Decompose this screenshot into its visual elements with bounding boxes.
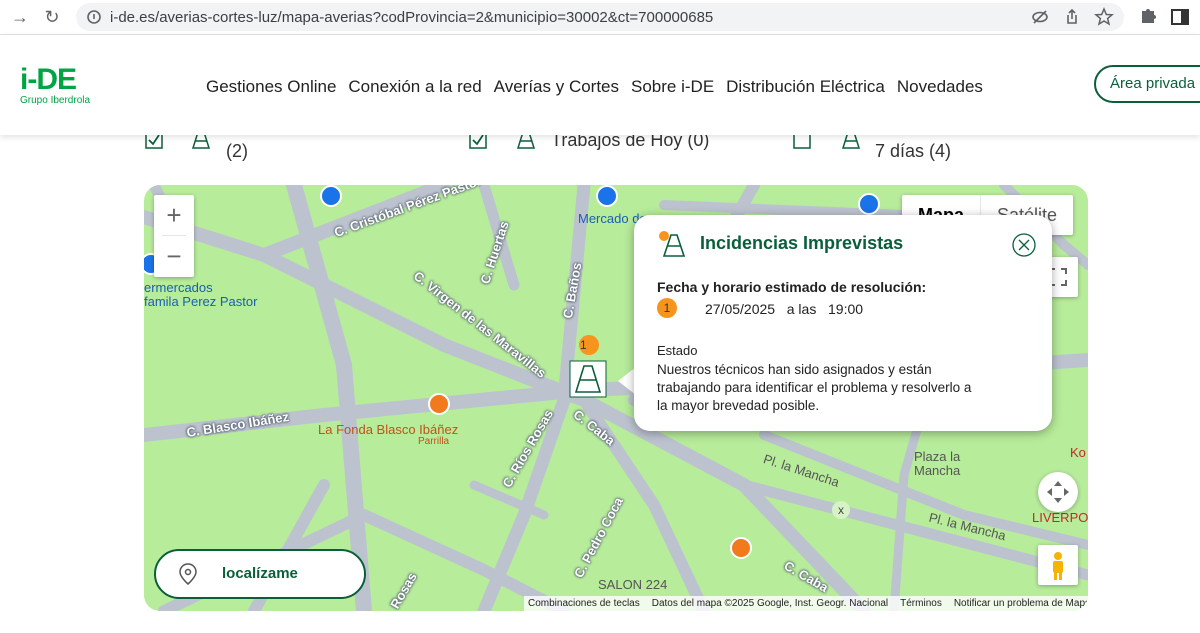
localizame-button[interactable]: localízame xyxy=(154,549,366,599)
nav-conexion-red[interactable]: Conexión a la red xyxy=(348,77,481,97)
nav-distribucion-electrica[interactable]: Distribución Eléctrica xyxy=(726,77,885,97)
close-icon[interactable] xyxy=(1012,233,1036,257)
site-header: i-DE Grupo Iberdrola Gestiones Online Co… xyxy=(0,35,1200,135)
zoom-control: + − xyxy=(154,195,194,277)
bookmark-star-icon[interactable] xyxy=(1094,7,1114,27)
poi-fonda-sub: Parrilla xyxy=(418,436,450,447)
cone-alert-icon xyxy=(659,231,686,257)
street-view-pegman[interactable] xyxy=(1038,545,1078,585)
share-icon[interactable] xyxy=(1062,7,1082,27)
move-arrows-icon xyxy=(1047,481,1069,503)
reload-icon[interactable]: ↻ xyxy=(40,5,64,29)
logo-subtitle: Grupo Iberdrola xyxy=(20,95,91,106)
resolution-label: Fecha y horario estimado de resolución: xyxy=(657,279,927,295)
poi-plaza-label[interactable]: Plaza la Mancha xyxy=(914,450,960,478)
infowindow-title: Incidencias Imprevistas xyxy=(700,233,904,253)
nav-averias-cortes[interactable]: Averías y Cortes xyxy=(494,77,619,97)
resolution-time: 19:00 xyxy=(828,301,864,317)
camera-control-button[interactable] xyxy=(1038,472,1078,512)
logo-text: i-DE xyxy=(20,63,77,96)
lock-icon[interactable] xyxy=(858,193,880,215)
resolution-date: 27/05/2025 xyxy=(705,301,776,317)
incident-marker[interactable] xyxy=(568,333,608,399)
estado-text: Nuestros técnicos han sido asignados y e… xyxy=(657,362,972,413)
nav-novedades[interactable]: Novedades xyxy=(897,77,983,97)
nav-gestiones-online[interactable]: Gestiones Online xyxy=(206,77,336,97)
eye-off-icon[interactable] xyxy=(1030,7,1050,27)
address-bar[interactable]: i-de.es/averias-cortes-luz/mapa-averias?… xyxy=(76,3,1124,31)
forward-icon[interactable]: → xyxy=(8,5,32,29)
poi-ko-label[interactable]: Ko xyxy=(1070,445,1086,460)
area-privada-button[interactable]: Área privada xyxy=(1094,65,1200,103)
url-text[interactable]: i-de.es/averias-cortes-luz/mapa-averias?… xyxy=(110,9,713,26)
incident-badge: 1 xyxy=(657,298,677,318)
incident-count: 1 xyxy=(580,338,587,352)
extensions-icon[interactable] xyxy=(1136,5,1160,29)
poi-liverpool-label[interactable]: LIVERPO xyxy=(1032,510,1088,525)
resolution-at: a las xyxy=(786,301,817,317)
zoom-out-button[interactable]: − xyxy=(154,236,194,276)
shopping-cart-icon[interactable] xyxy=(596,185,618,207)
map-data-text: Datos del mapa ©2025 Google, Inst. Geogr… xyxy=(651,598,889,609)
resolution-datetime: 27/05/2025 a las 19:00 xyxy=(705,301,863,317)
poi-fonda-label[interactable]: La Fonda Blasco Ibáñez xyxy=(318,422,458,437)
browser-toolbar: → ↻ i-de.es/averias-cortes-luz/mapa-aver… xyxy=(0,0,1200,35)
keyboard-shortcuts-link[interactable]: Combinaciones de teclas xyxy=(528,596,640,611)
main-nav: Gestiones Online Conexión a la red Averí… xyxy=(206,77,983,97)
site-info-icon[interactable] xyxy=(86,9,102,25)
poi-salon-label[interactable]: SALON 224 xyxy=(598,577,667,592)
shopping-cart-icon[interactable] xyxy=(320,185,342,207)
incident-infowindow: Incidencias Imprevistas Fecha y horario … xyxy=(634,215,1052,431)
restaurant-icon[interactable] xyxy=(428,393,450,415)
side-panel-icon[interactable] xyxy=(1168,5,1192,29)
filter-label-1-count: (2) xyxy=(226,141,248,161)
ide-logo[interactable]: i-DE Grupo Iberdrola xyxy=(20,65,90,107)
localizame-label: localízame xyxy=(222,565,298,582)
incident-map[interactable]: C. Cristóbal Pérez Pastor C. Huertas C. … xyxy=(144,185,1088,611)
pegman-icon xyxy=(1053,552,1063,580)
nav-sobre-ide[interactable]: Sobre i-DE xyxy=(631,77,714,97)
poi-supermarket-label[interactable]: ermercados famila Perez Pastor xyxy=(144,281,257,309)
map-attribution: Combinaciones de teclas Datos del mapa ©… xyxy=(524,596,1088,611)
report-problem-link[interactable]: Notificar un problema de Maps xyxy=(954,596,1088,611)
zoom-in-button[interactable]: + xyxy=(154,195,194,235)
place-x-icon[interactable]: x xyxy=(832,501,850,519)
restaurant-icon[interactable] xyxy=(730,537,752,559)
terms-link[interactable]: Términos xyxy=(900,596,942,611)
filter-label-3: 7 días (4) xyxy=(875,141,952,161)
location-pin-icon xyxy=(179,563,197,585)
estado-label: Estado xyxy=(657,343,698,358)
